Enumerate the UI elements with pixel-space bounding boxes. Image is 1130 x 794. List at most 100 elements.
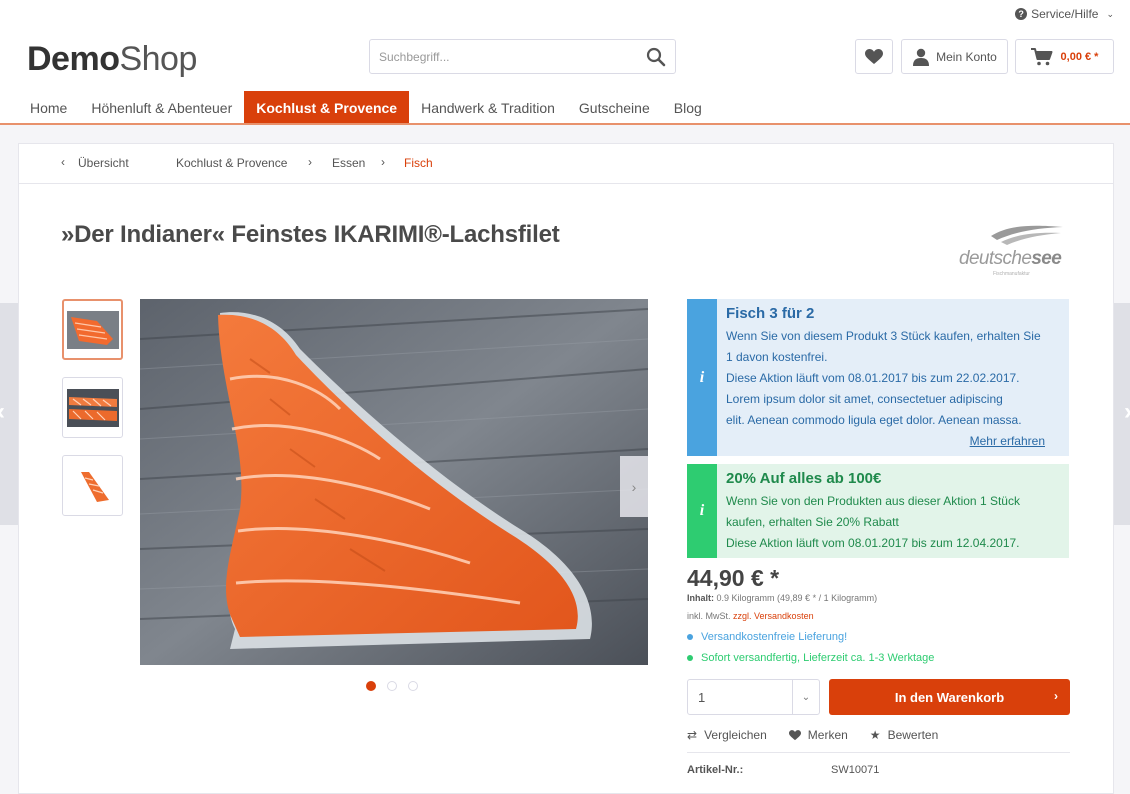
delivery-text: Versandkostenfreie Lieferung! <box>701 631 848 643</box>
service-menu[interactable]: ? Service/Hilfe ⌄ <box>1015 7 1114 21</box>
breadcrumb-item-essen[interactable]: Essen <box>332 156 365 170</box>
wishlist-action[interactable]: Merken <box>788 728 848 742</box>
product-price: 44,90 € * <box>687 565 780 591</box>
delivery-info-free-shipping: Versandkostenfreie Lieferung! <box>687 631 847 643</box>
promotion-box-fisch-3-fuer-2: i Fisch 3 für 2 Wenn Sie von diesem Prod… <box>687 299 1069 456</box>
article-number: Artikel-Nr.: SW10071 <box>687 764 879 776</box>
product-title: »Der Indianer« Feinstes IKARIMI®-Lachsfi… <box>61 221 560 248</box>
info-icon: i <box>687 464 717 558</box>
brand-name-light: deutsche <box>959 248 1032 269</box>
promotion-text-line: Diese Aktion läuft vom 08.01.2017 bis zu… <box>726 371 1020 385</box>
product-content-info: Inhalt: 0.9 Kilogramm (49,89 € * / 1 Kil… <box>687 593 877 603</box>
chevron-right-icon: › <box>308 155 312 169</box>
slider-prev-icon[interactable]: ‹ <box>0 398 5 426</box>
promotion-text-line: elit. Aenean commodo ligula eget dolor. … <box>726 413 1022 427</box>
chevron-right-icon: › <box>381 155 385 169</box>
logo-light: Shop <box>119 40 197 78</box>
nav-item-kochlust-provence[interactable]: Kochlust & Provence <box>244 91 410 124</box>
header: ? Service/Hilfe ⌄ DemoShop Mein Konto <box>0 0 1130 125</box>
status-dot-icon <box>687 655 693 661</box>
image-slider-dots <box>366 681 418 691</box>
add-to-cart-button[interactable]: In den Warenkorb › <box>829 679 1070 715</box>
cart-button[interactable]: 0,00 € * <box>1015 39 1114 74</box>
chevron-left-icon: ‹ <box>61 155 65 169</box>
compare-icon: ⇄ <box>687 728 698 742</box>
shipping-costs-link[interactable]: zzgl. Versandkosten <box>733 611 814 621</box>
chevron-down-icon: ⌄ <box>792 680 819 714</box>
thumbnail-image <box>66 310 119 349</box>
info-icon: i <box>687 299 717 456</box>
slider-next-icon[interactable]: › <box>1124 398 1130 426</box>
gallery-thumbnail[interactable] <box>62 299 123 360</box>
brand-subtitle: Fischmanufaktur <box>993 271 1030 277</box>
article-number-label: Artikel-Nr.: <box>687 764 744 776</box>
nav-item-blog[interactable]: Blog <box>662 91 714 124</box>
slider-dot[interactable] <box>366 681 376 691</box>
slider-dot[interactable] <box>387 681 397 691</box>
promotion-text-line: Wenn Sie von diesem Produkt 3 Stück kauf… <box>726 329 1041 343</box>
brand-name: deutschesee <box>959 248 1062 270</box>
promotion-text-line: Wenn Sie von den Produkten aus dieser Ak… <box>726 494 1020 508</box>
search-box <box>369 39 676 74</box>
nav-item-home[interactable]: Home <box>18 91 79 124</box>
account-label: Mein Konto <box>936 49 997 64</box>
product-main-image[interactable] <box>140 299 648 665</box>
main-navigation: Home Höhenluft & Abenteuer Kochlust & Pr… <box>18 91 714 124</box>
status-dot-icon <box>687 634 693 640</box>
quantity-select[interactable]: 1 ⌄ <box>687 679 820 715</box>
quantity-value: 1 <box>698 690 706 705</box>
account-button[interactable]: Mein Konto <box>901 39 1008 74</box>
wishlist-button[interactable] <box>855 39 893 74</box>
promotion-text-line: kaufen, erhalten Sie 20% Rabatt <box>726 515 899 529</box>
slider-dot[interactable] <box>408 681 418 691</box>
shop-logo[interactable]: DemoShop <box>27 40 197 79</box>
promotion-content: Fisch 3 für 2 Wenn Sie von diesem Produk… <box>726 305 1061 431</box>
compare-action[interactable]: ⇄ Vergleichen <box>687 728 767 742</box>
wishlist-label: Merken <box>807 728 848 742</box>
promotion-text-line: Lorem ipsum dolor sit amet, consectetuer… <box>726 392 1003 406</box>
tax-info: inkl. MwSt. zzgl. Versandkosten <box>687 611 814 621</box>
rate-action[interactable]: ★ Bewerten <box>870 728 938 742</box>
salmon-fillet-image <box>140 299 648 665</box>
chevron-right-icon: › <box>631 478 637 495</box>
product-detail-card: ‹ Übersicht Kochlust & Provence › Essen … <box>18 143 1114 794</box>
service-label: Service/Hilfe <box>1031 7 1099 21</box>
nav-item-gutscheine[interactable]: Gutscheine <box>567 91 662 124</box>
cart-icon <box>1030 47 1053 65</box>
more-info-link[interactable]: Mehr erfahren <box>970 434 1045 448</box>
promotion-text-line: Diese Aktion läuft vom 08.01.2017 bis zu… <box>726 536 1020 550</box>
gallery-thumbnail[interactable] <box>62 377 123 438</box>
heart-icon <box>788 729 801 740</box>
article-number-value: SW10071 <box>831 764 880 776</box>
breadcrumb-item-fisch[interactable]: Fisch <box>404 156 433 170</box>
breadcrumb-item-kochlust[interactable]: Kochlust & Provence <box>176 156 287 170</box>
product-actions: ⇄ Vergleichen Merken ★ Bewerten <box>687 728 938 742</box>
content-label: Inhalt: <box>687 593 714 603</box>
chevron-down-icon: ⌄ <box>1106 8 1114 19</box>
rate-label: Bewerten <box>887 728 939 742</box>
gallery-thumbnail[interactable] <box>62 455 123 516</box>
question-circle-icon: ? <box>1015 8 1028 20</box>
divider <box>687 752 1070 753</box>
thumbnail-image <box>66 388 119 427</box>
search-input[interactable] <box>379 50 619 64</box>
heart-icon <box>865 48 883 64</box>
search-icon[interactable] <box>646 47 666 67</box>
breadcrumb-back-link[interactable]: Übersicht <box>78 156 129 170</box>
promotion-content: 20% Auf alles ab 100€ Wenn Sie von den P… <box>726 470 1061 554</box>
star-icon: ★ <box>869 728 881 742</box>
nav-item-hoehenluft-abenteuer[interactable]: Höhenluft & Abenteuer <box>79 91 244 124</box>
brand-logo[interactable]: deutschesee Fischmanufaktur <box>957 222 1069 282</box>
promotion-box-20-prozent: i 20% Auf alles ab 100€ Wenn Sie von den… <box>687 464 1069 558</box>
nav-item-handwerk-tradition[interactable]: Handwerk & Tradition <box>409 91 567 124</box>
chevron-right-icon: › <box>1054 689 1058 703</box>
wave-logo-graphic <box>991 225 1063 245</box>
promotion-text-line: 1 davon kostenfrei. <box>726 350 828 364</box>
thumbnail-image <box>66 463 119 508</box>
delivery-text: Sofort versandfertig, Lieferzeit ca. 1-3… <box>701 652 935 664</box>
image-next-button[interactable]: › <box>620 456 648 517</box>
cart-amount: 0,00 € * <box>1060 50 1099 63</box>
compare-label: Vergleichen <box>704 728 767 742</box>
breadcrumb: ‹ Übersicht Kochlust & Provence › Essen … <box>19 144 1113 184</box>
delivery-info-availability: Sofort versandfertig, Lieferzeit ca. 1-3… <box>687 652 934 664</box>
